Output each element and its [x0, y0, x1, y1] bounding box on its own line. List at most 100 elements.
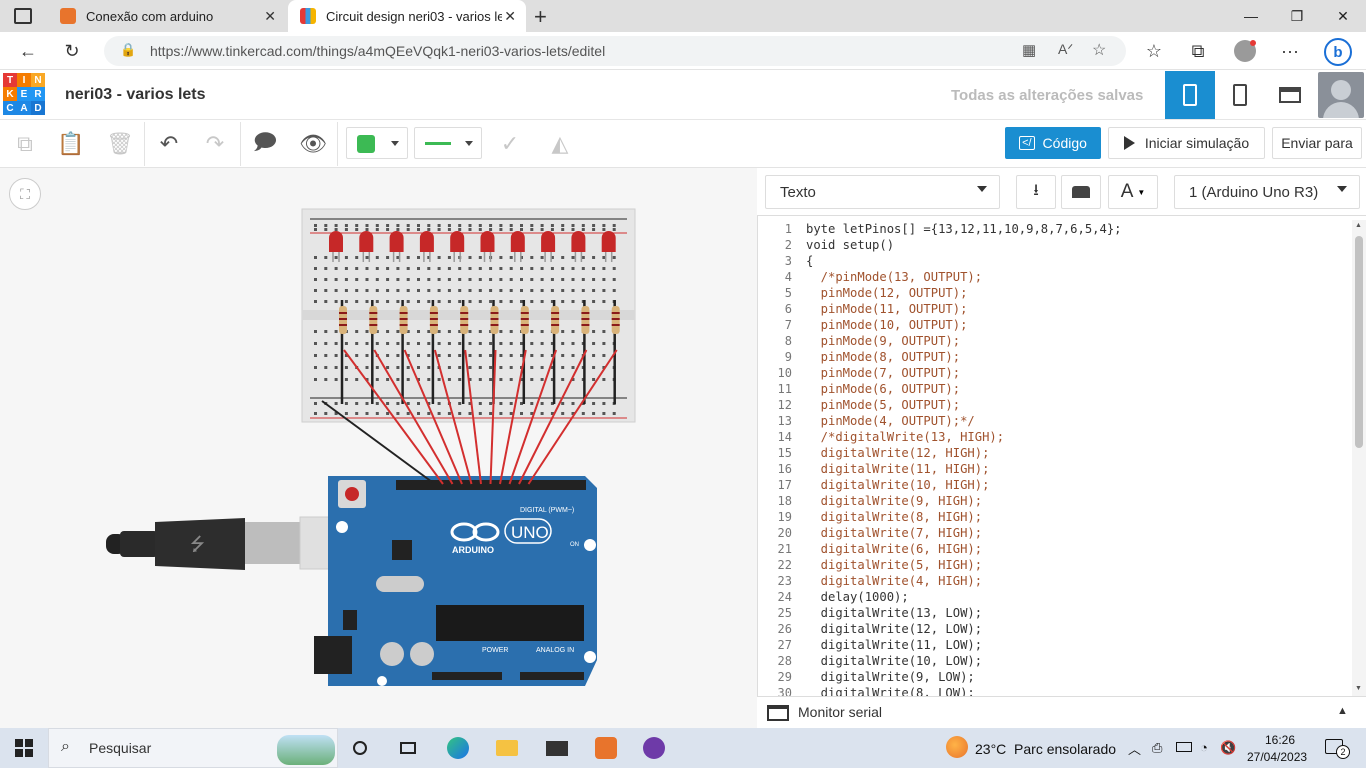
close-tab-icon[interactable]: ✕	[504, 8, 516, 25]
wifi-icon[interactable]: ◔	[1200, 740, 1208, 755]
note-icon[interactable]: 🗩	[249, 128, 281, 160]
mirror-icon[interactable]: ◭	[544, 128, 576, 160]
code-line[interactable]: digitalWrite(7, HIGH);	[806, 525, 982, 541]
battery-icon[interactable]	[1176, 742, 1192, 752]
send-to-button[interactable]: Enviar para	[1272, 127, 1362, 159]
start-simulation-button[interactable]: Iniciar simulação	[1108, 127, 1265, 159]
windows-start-icon[interactable]	[4, 732, 44, 764]
code-line[interactable]: /*digitalWrite(13, HIGH);	[806, 429, 1004, 445]
refresh-icon[interactable]: ↻	[58, 38, 86, 64]
component-list-button[interactable]	[1265, 71, 1315, 119]
bing-icon[interactable]: b	[1324, 38, 1352, 66]
url-field[interactable]: 🔒 https://www.tinkercad.com/things/a4mQE…	[104, 36, 1126, 66]
code-line[interactable]: pinMode(6, OUTPUT);	[806, 381, 960, 397]
tray-chevron-icon[interactable]: ︿	[1128, 739, 1141, 758]
code-line[interactable]: digitalWrite(11, HIGH);	[806, 461, 990, 477]
apps-icon[interactable]: ▦	[1022, 41, 1036, 59]
code-line[interactable]: pinMode(8, OUTPUT);	[806, 349, 960, 365]
paste-icon[interactable]: 📋	[55, 128, 87, 160]
cortana-icon[interactable]	[340, 732, 380, 764]
chevron-up-icon[interactable]: ▲	[1337, 705, 1348, 717]
device-select[interactable]: 1 (Arduino Uno R3)	[1174, 175, 1360, 209]
wire-type-picker[interactable]	[414, 127, 482, 159]
code-line[interactable]: digitalWrite(6, HIGH);	[806, 541, 982, 557]
delete-icon[interactable]: 🗑	[104, 128, 136, 160]
schematic-view-button[interactable]	[1215, 71, 1265, 119]
window-close-icon[interactable]: ✕	[1320, 0, 1366, 32]
user-avatar[interactable]	[1318, 72, 1364, 118]
task-view-icon[interactable]	[388, 732, 428, 764]
design-name[interactable]: neri03 - varios lets	[65, 86, 206, 104]
code-line[interactable]: pinMode(12, OUTPUT);	[806, 285, 968, 301]
close-tab-icon[interactable]: ✕	[264, 8, 276, 25]
code-line[interactable]: digitalWrite(4, HIGH);	[806, 573, 982, 589]
code-line[interactable]: digitalWrite(9, HIGH);	[806, 493, 982, 509]
tinkercad-logo[interactable]: T I N K E R C A D	[3, 73, 45, 115]
code-line[interactable]: delay(1000);	[806, 589, 909, 605]
scrollbar-thumb[interactable]	[1355, 236, 1363, 448]
clock-date[interactable]: 27/04/2023	[1247, 750, 1307, 764]
volume-muted-icon[interactable]: 🔇	[1220, 740, 1236, 756]
restore-icon[interactable]: ❐	[1274, 0, 1320, 32]
code-line[interactable]: digitalWrite(13, LOW);	[806, 605, 982, 621]
rotate-icon[interactable]: ✓	[494, 128, 526, 160]
code-mode-select[interactable]: Texto	[765, 175, 1000, 209]
tab-circuit-design[interactable]: Circuit design neri03 - varios lets ✕	[288, 0, 526, 32]
code-line[interactable]: digitalWrite(10, HIGH);	[806, 477, 990, 493]
line-number: 20	[777, 526, 792, 540]
collections-icon[interactable]: ⧉	[1184, 38, 1212, 64]
weather-icon[interactable]	[946, 736, 968, 758]
libraries-button[interactable]	[1061, 175, 1101, 209]
code-line[interactable]: digitalWrite(10, LOW);	[806, 653, 982, 669]
circuit-canvas[interactable]: ⭍ ARDUINO UNO DIGITAL (PWM~) POWER ANALO…	[0, 168, 757, 728]
code-line[interactable]: byte letPinos[] ={13,12,11,10,9,8,7,6,5,…	[806, 221, 1122, 237]
color-picker[interactable]	[346, 127, 408, 159]
code-line[interactable]: pinMode(4, OUTPUT);*/	[806, 413, 975, 429]
favorites-icon[interactable]: ☆	[1140, 38, 1168, 64]
file-explorer-icon[interactable]	[487, 732, 527, 764]
weather-text[interactable]: 23°C Parc ensolarado	[975, 741, 1116, 757]
scroll-down-icon[interactable]: ▼	[1355, 685, 1362, 692]
code-line[interactable]: void setup()	[806, 237, 894, 253]
code-line[interactable]: /*pinMode(13, OUTPUT);	[806, 269, 982, 285]
code-line[interactable]: digitalWrite(9, LOW);	[806, 669, 975, 685]
code-line[interactable]: digitalWrite(12, LOW);	[806, 621, 982, 637]
scroll-up-icon[interactable]: ▲	[1355, 222, 1362, 229]
code-line[interactable]: pinMode(10, OUTPUT);	[806, 317, 968, 333]
code-line[interactable]: digitalWrite(11, LOW);	[806, 637, 982, 653]
favorite-add-icon[interactable]: ☆	[1092, 40, 1106, 60]
arduino-uno-board[interactable]: ARDUINO UNO DIGITAL (PWM~) POWER ANALOG …	[314, 476, 597, 686]
toggle-notes-icon[interactable]: 👁	[297, 128, 329, 160]
code-line[interactable]: pinMode(7, OUTPUT);	[806, 365, 960, 381]
clock-time[interactable]: 16:26	[1265, 733, 1295, 747]
mail-icon[interactable]	[537, 732, 577, 764]
circuit-view-button[interactable]	[1165, 71, 1215, 119]
code-line[interactable]: {	[806, 253, 813, 269]
code-button[interactable]: </ Código	[1005, 127, 1101, 159]
breadboard[interactable]	[301, 208, 636, 423]
minimize-icon[interactable]: —	[1228, 0, 1274, 32]
code-line[interactable]: pinMode(5, OUTPUT);	[806, 397, 960, 413]
code-line[interactable]: pinMode(11, OUTPUT);	[806, 301, 968, 317]
copy-icon[interactable]: ⧉	[9, 128, 41, 160]
undo-icon[interactable]: ↶	[153, 128, 185, 160]
code-line[interactable]: digitalWrite(12, HIGH);	[806, 445, 990, 461]
back-icon[interactable]: ←	[14, 38, 42, 64]
new-tab-icon[interactable]: +	[534, 4, 547, 30]
more-menu-icon[interactable]: ···	[1276, 38, 1304, 64]
edge-icon[interactable]	[438, 732, 478, 764]
github-desktop-icon[interactable]	[634, 732, 674, 764]
tab-actions-icon[interactable]	[14, 8, 32, 24]
taskbar-search[interactable]: ⌕ Pesquisar	[48, 728, 338, 768]
redo-icon[interactable]: ↷	[199, 128, 231, 160]
serial-monitor-bar[interactable]: Monitor serial ▲	[757, 696, 1366, 728]
xampp-icon[interactable]	[586, 732, 626, 764]
code-line[interactable]: digitalWrite(8, HIGH);	[806, 509, 982, 525]
code-line[interactable]: digitalWrite(5, HIGH);	[806, 557, 982, 573]
code-line[interactable]: pinMode(9, OUTPUT);	[806, 333, 960, 349]
download-code-button[interactable]: ⭳	[1016, 175, 1056, 209]
meet-now-icon[interactable]: ⎙	[1152, 740, 1162, 756]
font-size-button[interactable]: A ▼	[1108, 175, 1158, 209]
tab-conexao-arduino[interactable]: Conexão com arduino ✕	[48, 0, 286, 32]
read-aloud-icon[interactable]: Aᐟ	[1058, 41, 1073, 58]
